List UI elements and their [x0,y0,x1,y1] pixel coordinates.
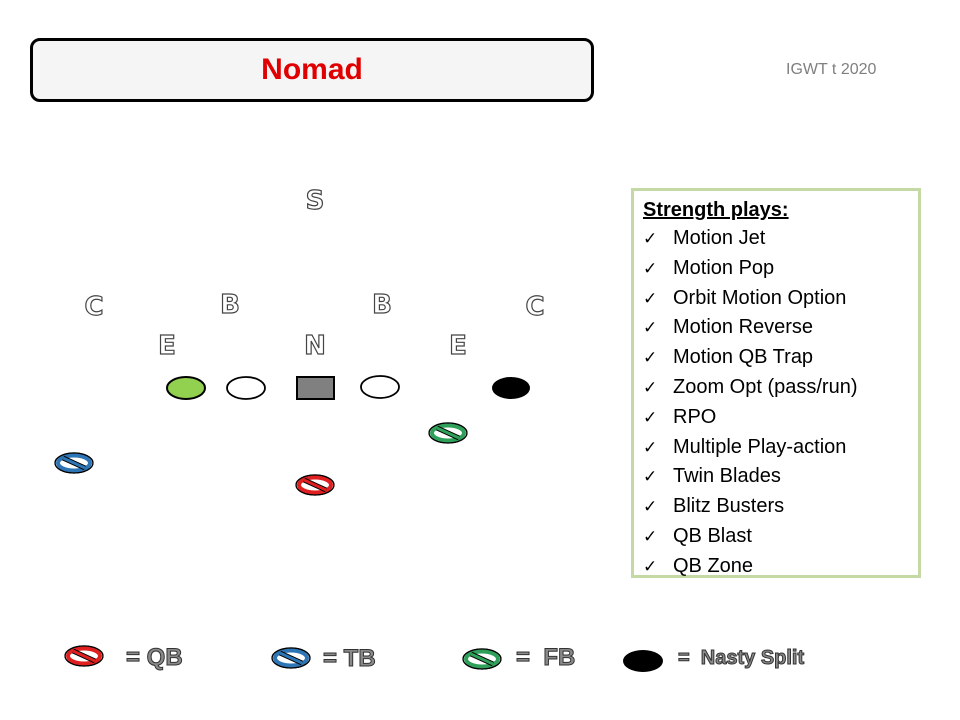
legend-label-fb: = FB [515,644,576,671]
checkmark-icon: ✓ [643,258,658,278]
play-item: ✓ Motion Reverse [643,313,918,343]
checkmark-icon: ✓ [643,377,658,397]
play-item: ✓ Zoom Opt (pass/run) [643,373,918,403]
strength-plays-box: Strength plays: ✓ Motion Jet ✓ Motion Pop ✓ O… [631,188,921,578]
legend-label-qb: = QB [126,644,184,671]
nasty-split-end [492,377,530,399]
quarterback-icon [295,474,335,496]
checkmark-icon: ✓ [643,229,658,248]
strength-plays-title: Strength plays: [643,199,789,221]
checkmark-icon: ✓ [643,407,658,427]
play-label: Orbit Motion Option [673,286,847,309]
play-item: ✓ RPO [643,403,918,433]
nasty-split-icon [623,650,663,672]
checkmark-icon: ✓ [643,497,658,517]
play-label: Twin Blades [673,465,781,488]
legend-label-tb: = TB [323,645,377,672]
play-label: Motion QB Trap [673,346,814,369]
checkmark-icon: ✓ [643,556,658,576]
legend-label-nasty-split: = Nasty Split [677,647,805,669]
lineman-center [296,376,335,400]
play-label: Zoom Opt (pass/run) [673,375,858,398]
play-item: ✓ Orbit Motion Option [643,284,918,314]
play-item: ✓ Motion Pop [643,254,918,284]
checkmark-icon: ✓ [643,467,658,487]
play-item: ✓ Multiple Play-action [643,433,918,463]
checkmark-icon: ✓ [643,437,658,457]
lineman-guard-right [360,375,400,399]
qb-symbol-icon [64,645,104,667]
play-label: Motion Jet [673,227,766,249]
tailback-icon [54,452,94,474]
strength-plays-list: ✓ Motion Jet ✓ Motion Pop ✓ Orbit Motion Opti… [643,224,918,582]
checkmark-icon: ✓ [643,348,658,368]
play-item: ✓ Twin Blades [643,462,918,492]
play-item: ✓ Motion Jet [643,224,918,254]
fb-symbol-icon [462,648,502,670]
checkmark-icon: ✓ [643,526,658,546]
play-label: QB Zone [673,554,754,577]
play-label: Blitz Busters [673,495,785,518]
play-label: Motion Pop [673,256,775,279]
play-item: ✓ Blitz Busters [643,492,918,522]
fullback-icon [428,422,468,444]
checkmark-icon: ✓ [643,318,658,338]
lineman-guard-left [226,376,266,400]
lineman-tackle-left [166,376,206,400]
play-item: ✓ Motion QB Trap [643,343,918,373]
play-label: RPO [673,405,717,428]
tb-symbol-icon [271,647,311,669]
checkmark-icon: ✓ [643,288,658,308]
play-item: ✓ QB Blast [643,522,918,552]
play-label: Multiple Play-action [673,435,847,458]
play-label: Motion Reverse [673,316,814,339]
play-label: QB Blast [673,524,752,547]
play-item: ✓ QB Zone [643,552,918,582]
